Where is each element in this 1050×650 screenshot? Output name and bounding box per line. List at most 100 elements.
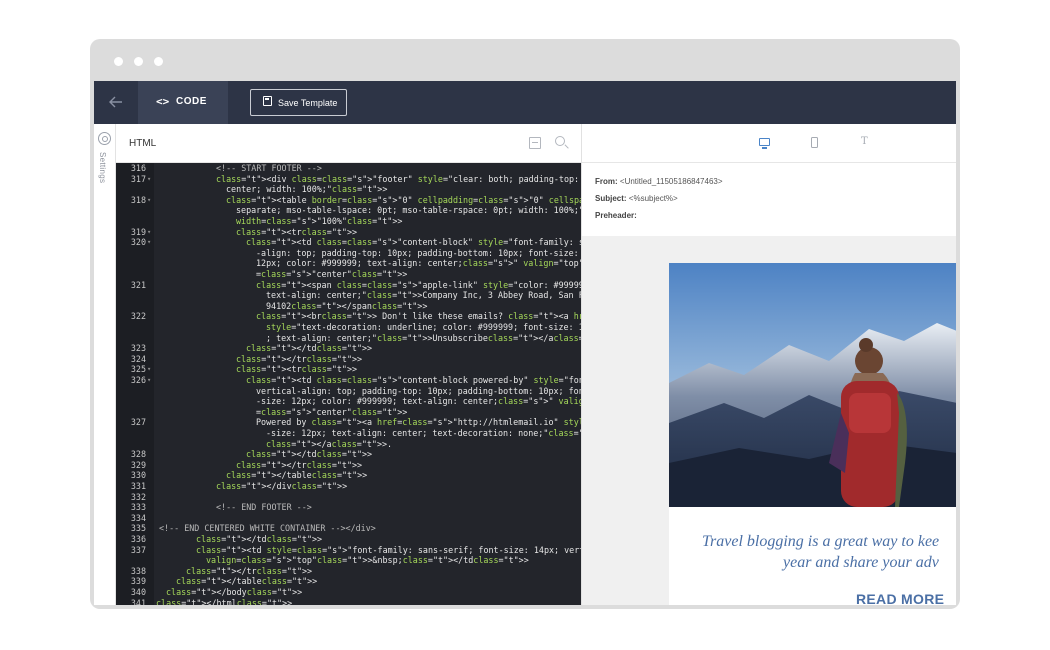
- subject-row: Subject: <%subject%>: [595, 194, 678, 203]
- code-line: center; width: 100%;"class="t">>: [226, 184, 388, 195]
- code-line: class="t"><td class=class="s">"content-b…: [246, 375, 581, 385]
- line-number: 333: [130, 502, 146, 513]
- tab-code[interactable]: <> CODE: [138, 81, 228, 124]
- fold-arrow-icon[interactable]: ▾: [147, 174, 151, 185]
- line-number: 340: [130, 587, 146, 597]
- email-copy-line-2: year and share your adv: [783, 554, 939, 571]
- code-line: 94102class="t"></spanclass="t">>: [266, 300, 428, 311]
- preheader-row: Preheader:: [595, 211, 637, 220]
- code-line: class="t"></tdclass="t">>: [196, 534, 323, 544]
- desktop-icon[interactable]: [759, 138, 770, 149]
- search-icon[interactable]: [555, 136, 565, 146]
- gear-icon: [98, 132, 111, 145]
- code-line: text-align: center;"class="t">>Company I…: [266, 290, 581, 301]
- code-line: class="t"><td style=class="s">"font-fami…: [196, 544, 581, 555]
- code-line: -size: 12px; text-align: center; text-de…: [266, 428, 581, 438]
- email-copy-line-1: Travel blogging is a great way to kee: [702, 533, 940, 550]
- fold-arrow-icon[interactable]: ▾: [147, 237, 151, 248]
- window-dot-maximize[interactable]: [154, 57, 163, 66]
- browser-window: <> CODE Save Template Settings HTML 316 <…: [90, 39, 960, 609]
- code-line: class="t"><table border=class="s">"0" ce…: [226, 194, 581, 205]
- code-line: style="text-decoration: underline; color…: [266, 322, 581, 332]
- code-area[interactable]: 316 <!-- START FOOTER --> 317 ▾ class="t"><d…: [116, 163, 581, 605]
- code-brackets-icon: <>: [156, 95, 170, 108]
- email-meta: From: <Untitled_11505186847463> Subject:…: [582, 163, 956, 236]
- email-template-editor: <> CODE Save Template Settings HTML 316 <…: [94, 81, 956, 605]
- fold-arrow-icon[interactable]: ▾: [147, 227, 151, 238]
- from-row: From: <Untitled_11505186847463>: [595, 177, 723, 186]
- window-dot-close[interactable]: [114, 57, 123, 66]
- line-number: 318: [130, 194, 146, 205]
- code-line: <!-- START FOOTER -->: [216, 163, 322, 173]
- code-line: class="t"></divclass="t">>: [216, 481, 348, 491]
- preview-device-bar: T: [582, 124, 956, 163]
- preheader-label: Preheader:: [595, 211, 637, 220]
- code-line: class="t"></tableclass="t">>: [226, 470, 368, 481]
- top-toolbar: <> CODE Save Template: [94, 81, 956, 124]
- email-body-preview: Travel blogging is a great way to kee ye…: [669, 263, 956, 605]
- line-number: 324: [130, 353, 146, 364]
- line-number: 331: [130, 481, 146, 491]
- line-number: 337: [130, 544, 146, 555]
- tab-code-label: CODE: [176, 96, 207, 107]
- code-line: Powered by class="t"><a href=class="s">"…: [256, 417, 581, 428]
- line-number: 319: [130, 226, 146, 237]
- code-line: class="t"><brclass="t">> Don't like thes…: [256, 311, 581, 322]
- editor-title: HTML: [129, 138, 157, 149]
- code-line: class="t"><trclass="t">>: [236, 364, 358, 375]
- fold-arrow-icon[interactable]: ▾: [147, 364, 151, 375]
- subject-label: Subject:: [595, 194, 627, 203]
- code-line: <!-- END FOOTER -->: [216, 502, 312, 513]
- settings-sidebar-toggle[interactable]: Settings: [94, 124, 116, 605]
- code-line: <!-- END CENTERED WHITE CONTAINER --></d…: [159, 523, 376, 534]
- code-line: class="t"></tdclass="t">>: [246, 449, 373, 460]
- line-number: 336: [130, 534, 146, 544]
- code-line: -size: 12px; color: #999999; text-align:…: [256, 396, 581, 407]
- image-icon[interactable]: [529, 137, 541, 149]
- fold-arrow-icon[interactable]: ▾: [147, 195, 151, 206]
- code-line: separate; mso-table-lspace: 0pt; mso-tab…: [236, 205, 581, 216]
- code-line: class="t"></trclass="t">>: [186, 565, 313, 576]
- read-more-link[interactable]: READ MORE: [856, 591, 944, 605]
- window-dot-minimize[interactable]: [134, 57, 143, 66]
- save-template-label: Save Template: [278, 98, 338, 108]
- window-controls: [114, 57, 163, 66]
- email-preview-panel: T From: <Untitled_11505186847463> Subjec…: [581, 124, 956, 605]
- code-line: class="t"><span class=class="s">"apple-l…: [256, 279, 581, 290]
- code-line: =class="s">"center"class="t">>: [256, 406, 408, 417]
- code-line: class="t"></bodyclass="t">>: [166, 587, 303, 597]
- code-line: class="t"></htmlclass="t">>: [156, 597, 293, 605]
- code-line: class="t"><td class=class="s">"content-b…: [246, 237, 581, 248]
- line-number: 341: [130, 597, 146, 605]
- code-line: class="t"><div class=class="s">"footer" …: [216, 173, 580, 184]
- editor-header: HTML: [116, 124, 581, 163]
- mobile-icon[interactable]: [811, 137, 818, 148]
- settings-label: Settings: [98, 152, 107, 184]
- line-number: 330: [130, 470, 146, 481]
- line-number: 323: [130, 343, 146, 354]
- text-icon[interactable]: T: [861, 136, 868, 147]
- line-number: 325: [130, 364, 146, 375]
- line-number: 335: [130, 523, 146, 534]
- line-number: 327: [130, 417, 146, 428]
- code-line: =class="s">"center"class="t">>: [256, 269, 408, 279]
- line-number: 317: [130, 173, 146, 184]
- line-number: 322: [130, 311, 146, 322]
- arrow-left-icon[interactable]: [106, 92, 126, 112]
- line-number: 328: [130, 449, 146, 460]
- line-number: 329: [130, 459, 146, 470]
- floppy-disk-icon: [263, 96, 272, 106]
- code-line: 12px; color: #999999; text-align: center…: [256, 258, 581, 269]
- save-template-button[interactable]: Save Template: [250, 89, 347, 116]
- subject-value: <%subject%>: [628, 194, 678, 203]
- line-number: 334: [130, 512, 146, 523]
- code-line: ; text-align: center;"class="t">>Unsubsc…: [266, 332, 581, 343]
- fold-arrow-icon[interactable]: ▾: [147, 375, 151, 386]
- line-number: 316: [130, 163, 146, 173]
- code-line: class="t"></tableclass="t">>: [176, 576, 318, 587]
- code-line: class="t"><trclass="t">>: [236, 226, 358, 237]
- code-line: class="t"></trclass="t">>: [236, 353, 363, 364]
- hero-image: [669, 263, 956, 507]
- line-number: 338: [130, 565, 146, 576]
- code-line: valign=class="s">"top"class="t">>&nbsp;c…: [206, 555, 529, 566]
